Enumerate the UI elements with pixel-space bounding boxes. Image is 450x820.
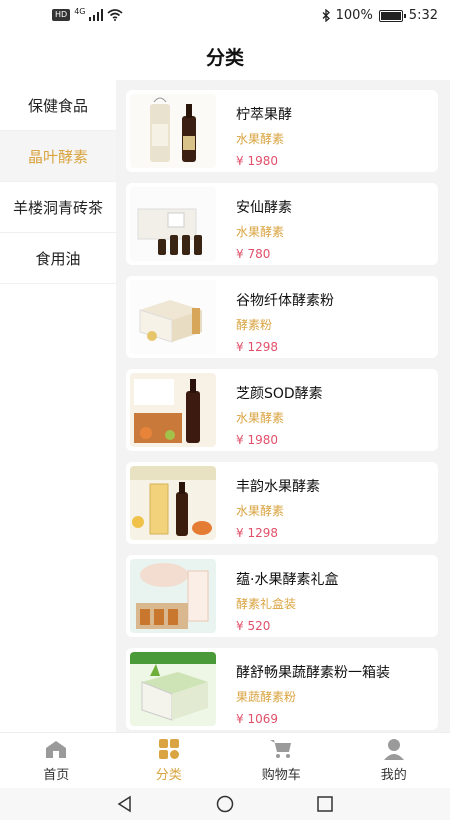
page-title: 分类 (205, 46, 244, 69)
product-card[interactable]: 谷物纤体酵素粉 酵素粉 ¥ 1298 (126, 276, 438, 358)
sidebar-item-edible-oil[interactable]: 食用油 (0, 233, 116, 284)
product-image (130, 466, 216, 540)
product-category: 水果酵素 (236, 132, 285, 146)
signal-icon (89, 9, 104, 21)
product-image (130, 373, 216, 447)
tab-label: 分类 (155, 768, 182, 783)
product-price: ¥ 1980 (236, 433, 278, 447)
product-price: ¥ 1980 (236, 154, 278, 168)
product-category: 水果酵素 (236, 225, 285, 239)
cart-icon (270, 740, 292, 758)
product-card[interactable]: 芝颜SOD酵素 水果酵素 ¥ 1980 (126, 369, 438, 451)
product-image (130, 280, 216, 354)
product-name: 芝颜SOD酵素 (236, 386, 323, 402)
product-card[interactable]: 柠萃果酵 水果酵素 ¥ 1980 (126, 90, 438, 172)
sidebar-item-enzyme[interactable]: 晶叶酵素 (0, 131, 116, 182)
product-price: ¥ 1298 (236, 340, 278, 354)
sidebar-item-health-food[interactable]: 保健食品 (0, 80, 116, 131)
product-price: ¥ 520 (236, 619, 271, 633)
product-price: ¥ 1069 (236, 712, 278, 726)
profile-icon (383, 739, 404, 760)
bluetooth-icon (322, 9, 330, 22)
wifi-icon (107, 9, 124, 21)
system-nav-bar (0, 788, 450, 820)
product-name: 柠萃果酵 (236, 107, 292, 123)
product-card[interactable]: 安仙酵素 水果酵素 ¥ 780 (126, 183, 438, 265)
product-name: 蕴·水果酵素礼盒 (236, 572, 339, 588)
tab-profile[interactable]: 我的 (338, 733, 450, 788)
product-card[interactable]: 丰韵水果酵素 水果酵素 ¥ 1298 (126, 462, 438, 544)
tab-category[interactable]: 分类 (113, 733, 226, 788)
status-right: 100% 5:32 (322, 8, 438, 23)
network-type: 4G (74, 6, 86, 16)
product-name: 丰韵水果酵素 (236, 479, 320, 495)
home-icon (46, 741, 67, 758)
product-category: 酵素礼盒装 (236, 597, 297, 611)
home-circle-icon[interactable] (215, 795, 235, 813)
product-name: 谷物纤体酵素粉 (236, 293, 334, 309)
bottom-tab-bar: 首页 分类 购物车 我的 (0, 732, 450, 788)
category-grid-icon (158, 739, 179, 759)
status-left: HD 4G (52, 6, 124, 21)
tab-cart[interactable]: 购物车 (225, 733, 338, 788)
product-price: ¥ 780 (236, 247, 271, 261)
sidebar-item-brick-tea[interactable]: 羊楼洞青砖茶 (0, 182, 116, 233)
product-image (130, 94, 216, 168)
product-list: 柠萃果酵 水果酵素 ¥ 1980 安仙酵素 水果酵素 ¥ 780 谷物纤体酵素粉… (116, 80, 450, 732)
tab-home[interactable]: 首页 (0, 733, 113, 788)
product-category: 酵素粉 (236, 318, 273, 332)
tab-label: 首页 (43, 768, 70, 783)
tab-label: 我的 (380, 768, 407, 783)
product-card[interactable]: 酵舒畅果蔬酵素粉一箱装 果蔬酵素粉 ¥ 1069 (126, 648, 438, 730)
product-image (130, 187, 216, 261)
product-category: 水果酵素 (236, 504, 285, 518)
product-name: 酵舒畅果蔬酵素粉一箱装 (236, 665, 390, 681)
product-image (130, 559, 216, 633)
battery-percent: 100% (335, 8, 373, 23)
status-bar: HD 4G 100% 5:32 (0, 0, 450, 32)
category-sidebar: 保健食品 晶叶酵素 羊楼洞青砖茶 食用油 (0, 80, 116, 732)
product-card[interactable]: 蕴·水果酵素礼盒 酵素礼盒装 ¥ 520 (126, 555, 438, 637)
back-icon[interactable] (115, 795, 135, 813)
clock: 5:32 (408, 8, 438, 23)
hd-badge: HD (52, 9, 71, 21)
battery-icon (378, 9, 406, 22)
product-image (130, 652, 216, 726)
header: 分类 (0, 32, 450, 80)
tab-label: 购物车 (261, 768, 301, 783)
recents-square-icon[interactable] (315, 795, 335, 813)
product-category: 水果酵素 (236, 411, 285, 425)
product-price: ¥ 1298 (236, 526, 278, 540)
product-name: 安仙酵素 (236, 200, 292, 216)
product-category: 果蔬酵素粉 (236, 690, 297, 704)
